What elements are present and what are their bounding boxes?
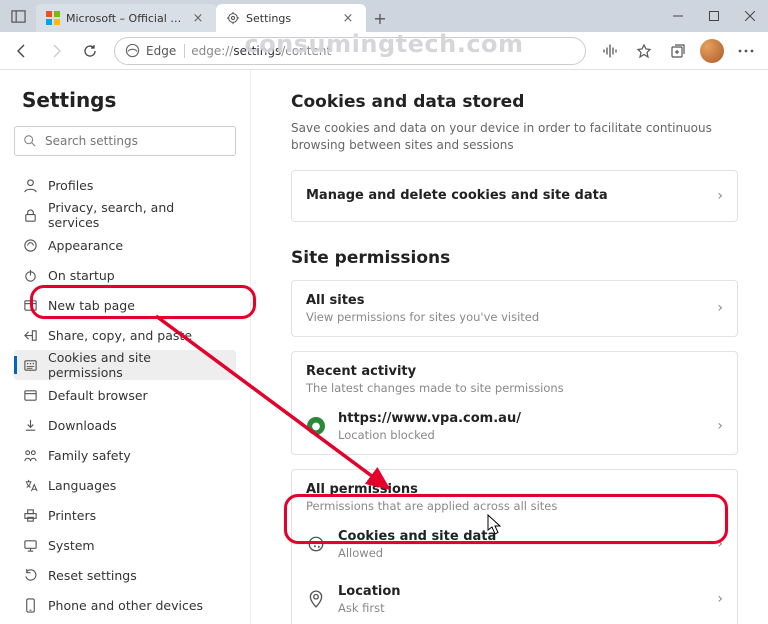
chevron-right-icon: ›: [717, 591, 723, 607]
edge-logo-icon: [125, 43, 140, 58]
recent-activity-header: Recent activity The latest changes made …: [292, 352, 737, 399]
sidebar-item-family-safety[interactable]: Family safety: [14, 440, 236, 470]
settings-favicon-icon: [226, 11, 240, 25]
close-icon[interactable]: ×: [191, 11, 205, 26]
browser-icon: [22, 387, 38, 403]
sidebar-item-languages[interactable]: Languages: [14, 470, 236, 500]
sidebar-item-privacy-search-and-services[interactable]: Privacy, search, and services: [14, 200, 236, 230]
manage-cookies-row[interactable]: Manage and delete cookies and site data …: [292, 171, 737, 221]
sidebar-item-cookies-and-site-permissions[interactable]: Cookies and site permissions: [14, 350, 236, 380]
sidebar-item-phone-and-other-devices[interactable]: Phone and other devices: [14, 590, 236, 620]
sidebar-item-label: Privacy, search, and services: [48, 200, 228, 230]
chevron-right-icon: ›: [717, 418, 723, 434]
language-icon: [22, 477, 38, 493]
cookies-heading: Cookies and data stored: [291, 92, 738, 112]
sidebar-item-label: Printers: [48, 508, 96, 523]
search-icon: [23, 134, 37, 148]
sidebar-item-reset-settings[interactable]: Reset settings: [14, 560, 236, 590]
window-titlebar: Microsoft – Official Home Page × Setting…: [0, 0, 768, 32]
forward-button: [40, 35, 72, 67]
download-icon: [22, 417, 38, 433]
site-favicon-icon: ●: [306, 416, 326, 436]
cookies-description: Save cookies and data on your device in …: [291, 120, 738, 154]
close-icon[interactable]: ×: [341, 11, 355, 26]
sidebar-item-share-copy-and-paste[interactable]: Share, copy, and paste: [14, 320, 236, 350]
back-button[interactable]: [6, 35, 38, 67]
system-icon: [22, 537, 38, 553]
sidebar-item-label: System: [48, 538, 95, 553]
tab-microsoft[interactable]: Microsoft – Official Home Page ×: [36, 4, 216, 32]
minimize-button[interactable]: [660, 0, 696, 32]
page-title: Settings: [14, 88, 236, 112]
sidebar-item-downloads[interactable]: Downloads: [14, 410, 236, 440]
close-window-button[interactable]: [732, 0, 768, 32]
favorites-icon[interactable]: [628, 35, 660, 67]
all-sites-row[interactable]: All sites View permissions for sites you…: [292, 281, 737, 336]
profile-icon: [22, 177, 38, 193]
refresh-button[interactable]: [74, 35, 106, 67]
permission-row-location[interactable]: LocationAsk first›: [292, 572, 737, 624]
sidebar-item-label: Downloads: [48, 418, 117, 433]
maximize-button[interactable]: [696, 0, 732, 32]
chevron-right-icon: ›: [717, 188, 723, 204]
sidebar-item-label: New tab page: [48, 298, 135, 313]
sidebar-item-printers[interactable]: Printers: [14, 500, 236, 530]
sidebar-item-label: On startup: [48, 268, 115, 283]
newtab-icon: [22, 297, 38, 313]
tab-title: Settings: [246, 12, 335, 25]
browser-toolbar: Edge edge://settings/content: [0, 32, 768, 70]
settings-sidebar: Settings Profiles Privacy, search, and se…: [0, 70, 250, 624]
url-scheme-label: Edge: [146, 44, 185, 58]
sidebar-item-label: Profiles: [48, 178, 93, 193]
all-permissions-header: All permissions Permissions that are app…: [292, 470, 737, 517]
search-input[interactable]: [45, 134, 227, 148]
cookies-icon: [22, 357, 38, 373]
tab-actions-icon[interactable]: [0, 0, 36, 32]
sidebar-item-on-startup[interactable]: On startup: [14, 260, 236, 290]
profile-avatar[interactable]: [696, 35, 728, 67]
new-tab-button[interactable]: +: [366, 4, 394, 32]
sidebar-item-system[interactable]: System: [14, 530, 236, 560]
appearance-icon: [22, 237, 38, 253]
power-icon: [22, 267, 38, 283]
sidebar-item-label: Default browser: [48, 388, 148, 403]
tab-title: Microsoft – Official Home Page: [66, 12, 185, 25]
read-aloud-icon[interactable]: [594, 35, 626, 67]
sidebar-item-label: Languages: [48, 478, 116, 493]
lock-icon: [22, 207, 38, 223]
settings-content: Cookies and data stored Save cookies and…: [250, 70, 768, 624]
address-bar[interactable]: Edge edge://settings/content: [114, 37, 586, 65]
sidebar-item-label: Phone and other devices: [48, 598, 203, 613]
collections-icon[interactable]: [662, 35, 694, 67]
cookie-row-icon: [306, 534, 326, 554]
sidebar-item-about-microsoft-edge[interactable]: About Microsoft Edge: [14, 620, 236, 624]
ms-favicon-icon: [46, 11, 60, 25]
location-row-icon: [306, 589, 326, 609]
chevron-right-icon: ›: [717, 300, 723, 316]
reset-icon: [22, 567, 38, 583]
sidebar-item-label: Reset settings: [48, 568, 137, 583]
search-settings[interactable]: [14, 126, 236, 156]
sidebar-item-label: Appearance: [48, 238, 123, 253]
sidebar-item-new-tab-page[interactable]: New tab page: [14, 290, 236, 320]
tab-settings[interactable]: Settings ×: [216, 4, 366, 32]
menu-button[interactable]: [730, 35, 762, 67]
recent-site-row[interactable]: ● https://www.vpa.com.au/ Location block…: [292, 399, 737, 454]
family-icon: [22, 447, 38, 463]
sidebar-item-label: Cookies and site permissions: [48, 350, 228, 380]
site-permissions-heading: Site permissions: [291, 248, 738, 268]
chevron-right-icon: ›: [717, 536, 723, 552]
sidebar-item-appearance[interactable]: Appearance: [14, 230, 236, 260]
sidebar-item-label: Share, copy, and paste: [48, 328, 192, 343]
printer-icon: [22, 507, 38, 523]
permission-row-cookies-and-site-data[interactable]: Cookies and site dataAllowed›: [292, 517, 737, 572]
share-icon: [22, 327, 38, 343]
phone-icon: [22, 597, 38, 613]
sidebar-item-default-browser[interactable]: Default browser: [14, 380, 236, 410]
sidebar-item-label: Family safety: [48, 448, 131, 463]
sidebar-item-profiles[interactable]: Profiles: [14, 170, 236, 200]
